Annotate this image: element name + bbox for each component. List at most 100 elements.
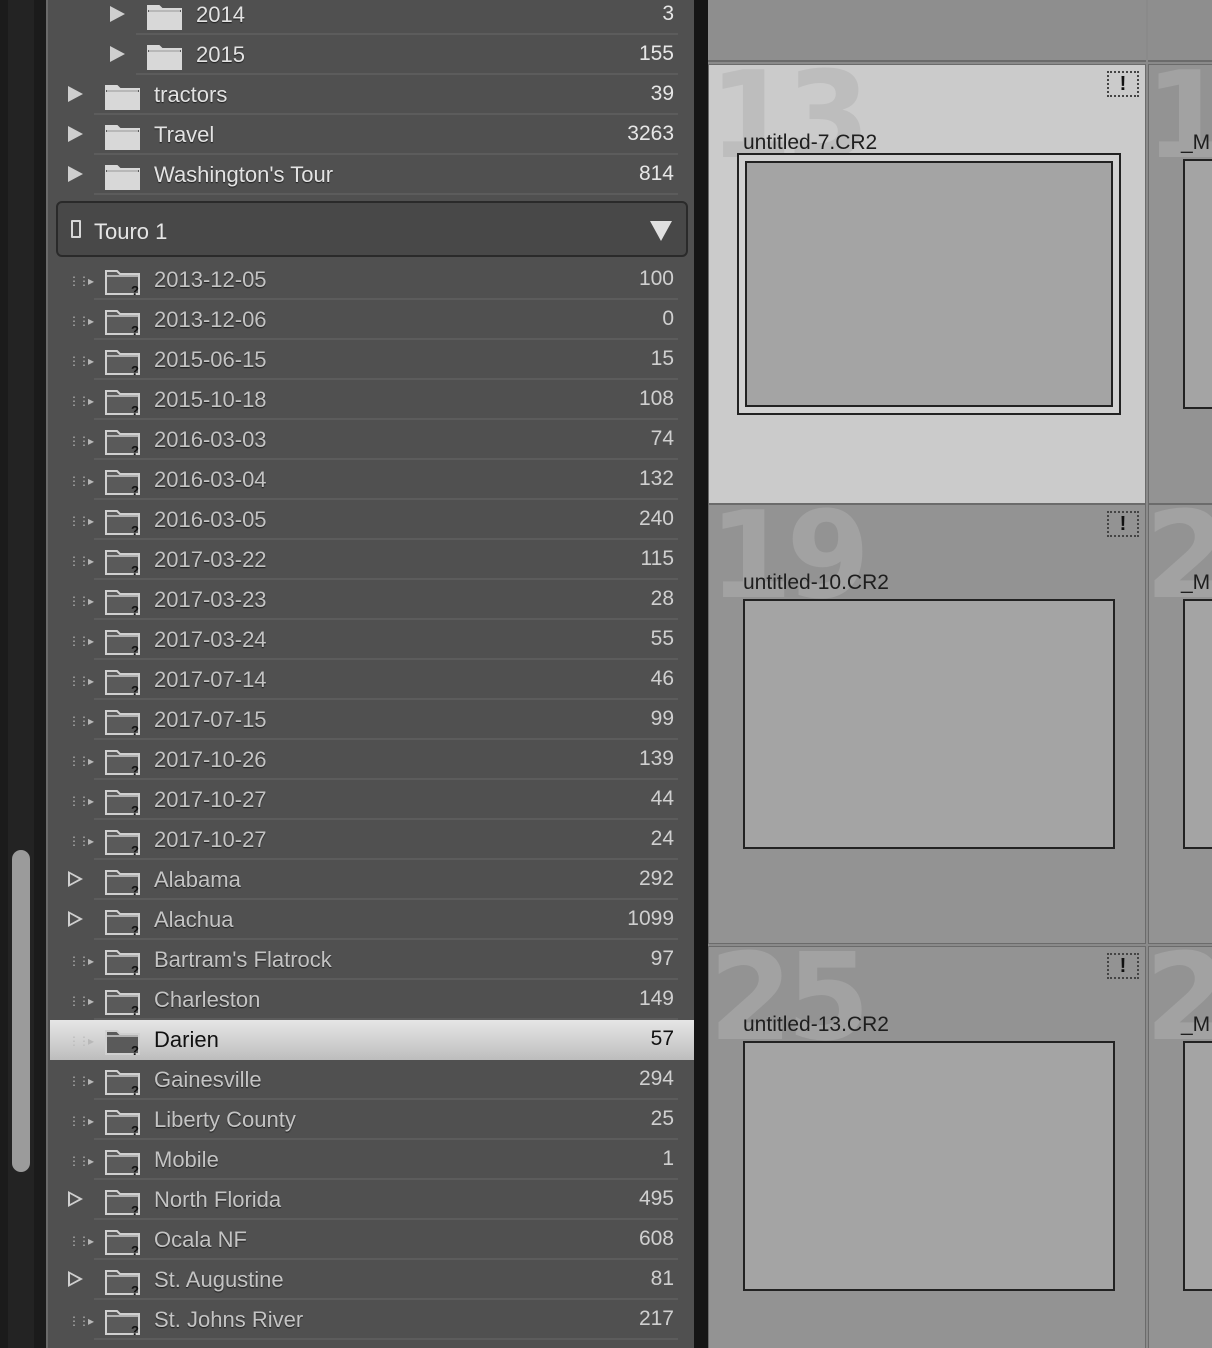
- folder-row[interactable]: ⋮⋮▸? Charleston 149: [50, 980, 694, 1020]
- folder-row[interactable]: ⋮⋮▸? 2017-03-24 55: [50, 620, 694, 660]
- missing-photo-warning-icon[interactable]: !: [1107, 953, 1139, 979]
- folder-row[interactable]: ⋮⋮▸? Darien 57: [50, 1020, 694, 1060]
- expand-triangle-icon[interactable]: [68, 166, 83, 182]
- expand-triangle-icon[interactable]: [68, 911, 83, 927]
- expand-triangle-icon[interactable]: [110, 46, 125, 62]
- photo-thumbnail[interactable]: [745, 161, 1113, 407]
- expand-dots-icon[interactable]: ⋮⋮▸: [68, 354, 94, 368]
- folder-row[interactable]: ? North Florida 495: [50, 1180, 694, 1220]
- folder-row[interactable]: ⋮⋮▸? Mobile 1: [50, 1140, 694, 1180]
- missing-folder-icon: ?: [104, 305, 142, 342]
- folder-row[interactable]: ⋮⋮▸? Gainesville 294: [50, 1060, 694, 1100]
- grid-cell-prev-row-right[interactable]: [1148, 0, 1212, 62]
- photo-thumbnail[interactable]: [1183, 599, 1212, 849]
- expand-dots-icon[interactable]: ⋮⋮▸: [68, 754, 94, 768]
- photo-thumbnail[interactable]: [743, 1041, 1115, 1291]
- folder-name: Alabama: [154, 867, 241, 892]
- expand-dots-icon[interactable]: ⋮⋮▸: [68, 1234, 94, 1248]
- missing-photo-warning-icon[interactable]: !: [1107, 511, 1139, 537]
- expand-dots-icon[interactable]: ⋮⋮▸: [68, 994, 94, 1008]
- expand-dots-icon[interactable]: ⋮⋮▸: [68, 314, 94, 328]
- expand-triangle-icon[interactable]: [68, 1271, 83, 1287]
- folder-row[interactable]: Travel 3263: [50, 115, 694, 155]
- svg-text:?: ?: [131, 283, 139, 297]
- folder-row[interactable]: 2015 155: [50, 35, 694, 75]
- folder-row[interactable]: ? Alabama 292: [50, 860, 694, 900]
- collapse-volume-icon[interactable]: [650, 221, 672, 241]
- expand-dots-icon[interactable]: ⋮⋮▸: [68, 394, 94, 408]
- missing-folder-icon: ?: [104, 865, 142, 902]
- grid-cell[interactable]: 13 untitled-7.CR2!: [708, 64, 1146, 504]
- folder-row[interactable]: ⋮⋮▸? 2017-10-27 44: [50, 780, 694, 820]
- volume-header-touro-1[interactable]: Touro 1: [56, 201, 688, 257]
- folder-row[interactable]: ⋮⋮▸? 2015-10-18 108: [50, 380, 694, 420]
- folder-row[interactable]: ? Alachua 1099: [50, 900, 694, 940]
- expand-triangle-icon[interactable]: [110, 6, 125, 22]
- grid-cell[interactable]: 19 untitled-10.CR2!: [708, 504, 1146, 944]
- expand-dots-icon[interactable]: ⋮⋮▸: [68, 1114, 94, 1128]
- expand-dots-icon[interactable]: ⋮⋮▸: [68, 434, 94, 448]
- folder-row[interactable]: ⋮⋮▸? St. Johns River 217: [50, 1300, 694, 1340]
- expand-dots-icon[interactable]: ⋮⋮▸: [68, 714, 94, 728]
- folder-row[interactable]: ⋮⋮▸? Bartram's Flatrock 97: [50, 940, 694, 980]
- grid-cell[interactable]: 25 untitled-13.CR2!: [708, 946, 1146, 1348]
- missing-folder-icon: ?: [104, 465, 142, 502]
- grid-cell-prev-row[interactable]: [708, 0, 1146, 62]
- folder-row[interactable]: ⋮⋮▸? Liberty County 25: [50, 1100, 694, 1140]
- expand-dots-icon[interactable]: ⋮⋮▸: [68, 834, 94, 848]
- folder-row[interactable]: ⋮⋮▸? 2017-10-27 24: [50, 820, 694, 860]
- expand-dots-icon[interactable]: ⋮⋮▸: [68, 954, 94, 968]
- expand-triangle-icon[interactable]: [68, 871, 83, 887]
- expand-triangle-icon[interactable]: [68, 86, 83, 102]
- photo-thumbnail[interactable]: [743, 599, 1115, 849]
- expand-dots-icon[interactable]: ⋮⋮▸: [68, 794, 94, 808]
- grid-cell-partial[interactable]: 2_M: [1148, 946, 1212, 1348]
- folder-count: 814: [638, 162, 674, 185]
- folder-icon: [146, 0, 184, 37]
- grid-cell-partial[interactable]: 1_M: [1148, 64, 1212, 504]
- expand-dots-icon[interactable]: ⋮⋮▸: [68, 594, 94, 608]
- folder-row[interactable]: ⋮⋮▸? 2016-03-04 132: [50, 460, 694, 500]
- expand-dots-icon[interactable]: ⋮⋮▸: [68, 474, 94, 488]
- expand-triangle-icon[interactable]: [68, 1191, 83, 1207]
- missing-folder-icon: ?: [104, 385, 142, 422]
- expand-triangle-icon[interactable]: [68, 126, 83, 142]
- folder-row[interactable]: Washington's Tour 814: [50, 155, 694, 195]
- expand-dots-icon[interactable]: ⋮⋮▸: [68, 274, 94, 288]
- folder-name: Gainesville: [154, 1067, 262, 1092]
- folder-row[interactable]: ⋮⋮▸? 2017-07-15 99: [50, 700, 694, 740]
- folder-row[interactable]: ⋮⋮▸? Ocala NF 608: [50, 1220, 694, 1260]
- folder-row[interactable]: 2014 3: [50, 0, 694, 35]
- panel-scroll-thumb[interactable]: [12, 850, 30, 1172]
- folder-row[interactable]: ⋮⋮▸? 2013-12-05 100: [50, 260, 694, 300]
- folder-row[interactable]: ⋮⋮▸? 2017-03-22 115: [50, 540, 694, 580]
- expand-dots-icon[interactable]: ⋮⋮▸: [68, 514, 94, 528]
- photo-thumbnail[interactable]: [1183, 159, 1212, 409]
- folder-name: Alachua: [154, 907, 234, 932]
- folder-row[interactable]: ⋮⋮▸? 2016-03-05 240: [50, 500, 694, 540]
- folder-count: 25: [650, 1107, 674, 1130]
- folder-count: 3: [662, 2, 674, 25]
- folder-row[interactable]: ? St. Augustine 81: [50, 1260, 694, 1300]
- expand-dots-icon[interactable]: ⋮⋮▸: [68, 674, 94, 688]
- folder-name: 2016-03-04: [154, 467, 267, 492]
- grid-cell-partial[interactable]: 2_M: [1148, 504, 1212, 944]
- expand-dots-icon[interactable]: ⋮⋮▸: [68, 1034, 94, 1048]
- folder-row[interactable]: ⋮⋮▸? 2017-10-26 139: [50, 740, 694, 780]
- folder-row[interactable]: ⋮⋮▸? 2015-06-15 15: [50, 340, 694, 380]
- panel-divider[interactable]: [694, 0, 708, 1348]
- expand-dots-icon[interactable]: ⋮⋮▸: [68, 1074, 94, 1088]
- photo-thumbnail[interactable]: [1183, 1041, 1212, 1291]
- expand-dots-icon[interactable]: ⋮⋮▸: [68, 634, 94, 648]
- folder-row[interactable]: ⋮⋮▸? 2016-03-03 74: [50, 420, 694, 460]
- folder-row[interactable]: ⋮⋮▸? 2017-07-14 46: [50, 660, 694, 700]
- expand-dots-icon[interactable]: ⋮⋮▸: [68, 554, 94, 568]
- expand-dots-icon[interactable]: ⋮⋮▸: [68, 1154, 94, 1168]
- folder-count: 115: [640, 547, 674, 570]
- missing-photo-warning-icon[interactable]: !: [1107, 71, 1139, 97]
- folder-count: 28: [650, 587, 674, 610]
- expand-dots-icon[interactable]: ⋮⋮▸: [68, 1314, 94, 1328]
- folder-row[interactable]: tractors 39: [50, 75, 694, 115]
- folder-row[interactable]: ⋮⋮▸? 2017-03-23 28: [50, 580, 694, 620]
- folder-row[interactable]: ⋮⋮▸? 2013-12-06 0: [50, 300, 694, 340]
